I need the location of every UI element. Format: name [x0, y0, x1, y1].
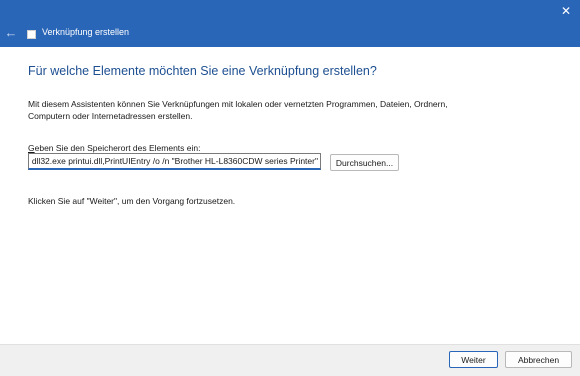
- back-arrow-icon: ←: [4, 25, 18, 40]
- wizard-content: Für welche Elemente möchten Sie eine Ver…: [0, 47, 580, 344]
- close-icon: ✕: [560, 4, 572, 18]
- back-button[interactable]: ←: [3, 25, 19, 41]
- browse-button[interactable]: Durchsuchen...: [330, 154, 399, 171]
- intro-text: Mit diesem Assistenten können Sie Verknü…: [28, 99, 448, 121]
- page-heading: Für welche Elemente möchten Sie eine Ver…: [28, 64, 377, 78]
- button-bar: Weiter Abbrechen: [0, 344, 580, 376]
- continue-hint: Klicken Sie auf "Weiter", um den Vorgang…: [28, 196, 236, 206]
- window-title: Verknüpfung erstellen: [42, 27, 130, 37]
- shortcut-icon: [27, 30, 36, 39]
- location-input[interactable]: dll32.exe printui.dll,PrintUIEntry /o /n…: [28, 153, 321, 170]
- cancel-button[interactable]: Abbrechen: [505, 351, 572, 368]
- next-button[interactable]: Weiter: [449, 351, 498, 368]
- title-bar: ✕ ← Verknüpfung erstellen: [0, 0, 580, 47]
- location-input-value: dll32.exe printui.dll,PrintUIEntry /o /n…: [31, 156, 318, 166]
- close-button[interactable]: ✕: [552, 0, 580, 22]
- location-label: Geben Sie den Speicherort des Elements e…: [28, 143, 201, 153]
